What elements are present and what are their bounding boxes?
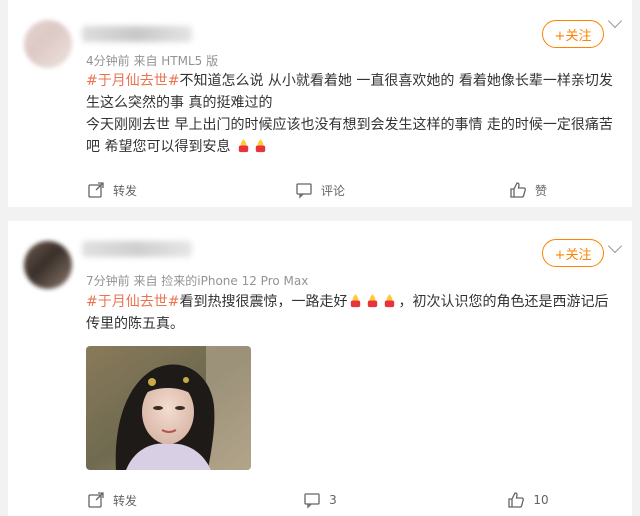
comment-count: 3	[329, 493, 337, 507]
candle-emoji-icon	[255, 138, 266, 153]
repost-label: 转发	[112, 493, 137, 508]
chevron-down-icon[interactable]	[607, 13, 623, 29]
post-text: 今天刚刚去世 早上出门的时候应该也没有想到会发生这样的事情 走的时候一定很痛苦吧…	[86, 117, 613, 155]
post-text: 看到热搜很震惊，一路走好	[179, 294, 348, 310]
post-meta: 7分钟前 来自 捡来的iPhone 12 Pro Max	[86, 274, 309, 288]
post-card: 4分钟前 来自 HTML5 版 +关注 #于月仙去世#不知道怎么说 从小就看着她…	[8, 0, 632, 207]
action-bar: 转发 评论 赞	[8, 178, 632, 202]
candle-emoji-icon	[238, 138, 249, 153]
thumbs-up-icon	[508, 492, 525, 508]
comment-label: 评论	[320, 183, 345, 198]
hashtag-link[interactable]: #于月仙去世#	[86, 73, 179, 89]
comment-button[interactable]: 3	[216, 488, 424, 512]
post-card: 7分钟前 来自 捡来的iPhone 12 Pro Max +关注 #于月仙去世#…	[8, 221, 632, 516]
avatar[interactable]	[24, 241, 72, 289]
hashtag-link[interactable]: #于月仙去世#	[86, 294, 179, 310]
follow-button[interactable]: +关注	[542, 20, 604, 48]
comment-icon	[296, 183, 312, 199]
repost-label: 转发	[112, 183, 137, 198]
post-content: #于月仙去世#不知道怎么说 从小就看着她 一直很喜欢她的 看着她像长辈一样亲切发…	[86, 70, 616, 158]
thumbs-up-icon	[510, 182, 526, 198]
chevron-down-icon[interactable]	[607, 238, 623, 254]
like-count: 10	[533, 493, 549, 507]
like-label: 赞	[534, 183, 547, 198]
username-blurred[interactable]	[82, 241, 192, 257]
follow-button[interactable]: +关注	[542, 239, 604, 267]
repost-icon	[88, 182, 104, 198]
repost-button[interactable]: 转发	[8, 178, 216, 202]
comment-icon	[304, 493, 320, 509]
username-blurred[interactable]	[82, 26, 192, 42]
post-image[interactable]	[86, 346, 251, 470]
candle-emoji-icon	[368, 293, 378, 308]
repost-button[interactable]: 转发	[8, 488, 216, 512]
candle-emoji-icon	[351, 293, 361, 308]
repost-icon	[88, 492, 104, 508]
action-bar: 转发 3 10	[8, 488, 632, 512]
post-content: #于月仙去世#看到热搜很震惊，一路走好 ，初次认识您的角色还是西游记后传里的陈五真…	[86, 291, 616, 335]
portrait-image	[86, 346, 251, 470]
post-meta: 4分钟前 来自 HTML5 版	[86, 54, 219, 68]
comment-button[interactable]: 评论	[216, 178, 424, 202]
candle-emoji-icon	[385, 293, 395, 308]
like-button[interactable]: 赞	[424, 178, 632, 202]
avatar[interactable]	[24, 20, 72, 68]
like-button[interactable]: 10	[424, 488, 632, 512]
